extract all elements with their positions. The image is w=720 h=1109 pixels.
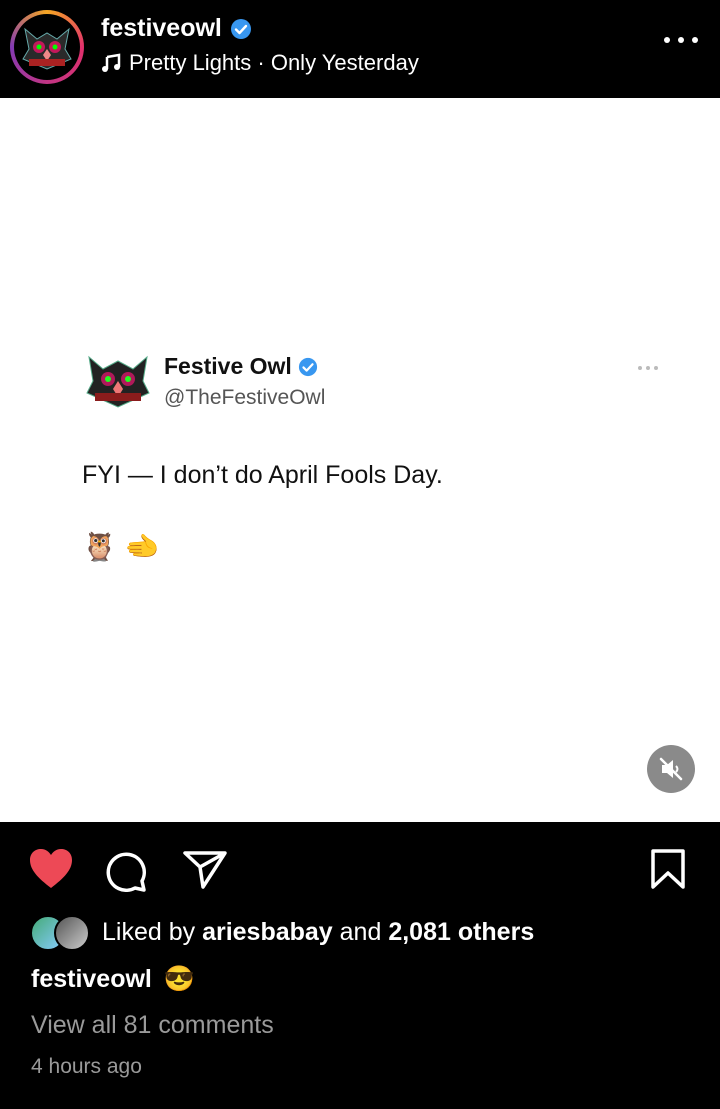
comment-icon[interactable]	[104, 850, 148, 892]
liker-username: ariesbabay	[202, 917, 333, 946]
likes-text[interactable]: Liked by ariesbabay and 2,081 others	[102, 918, 534, 947]
owl-logo-icon	[22, 27, 72, 70]
post-header: festiveowl Pretty Lights · Only Yesterda…	[0, 0, 720, 98]
share-send-icon[interactable]	[182, 850, 228, 890]
post-timestamp: 4 hours ago	[31, 1055, 142, 1078]
tweet-text: FYI — I don’t do April Fools Day.	[82, 461, 443, 489]
verified-badge-icon	[230, 18, 251, 39]
like-heart-icon[interactable]	[28, 848, 74, 890]
username-row[interactable]: festiveowl	[101, 14, 252, 43]
tweet-avatar	[85, 353, 151, 413]
audio-label[interactable]: Pretty Lights · Only Yesterday	[129, 50, 419, 76]
view-comments-link[interactable]: View all 81 comments	[31, 1011, 274, 1040]
profile-avatar[interactable]	[10, 10, 84, 84]
audio-row[interactable]: Pretty Lights · Only Yesterday	[101, 50, 419, 76]
action-bar	[0, 822, 720, 914]
verified-badge-icon	[298, 357, 317, 376]
caption-username[interactable]: festiveowl	[31, 965, 152, 994]
tweet-more-icon	[638, 366, 658, 370]
music-note-icon	[102, 53, 121, 72]
tweet-emoji-row: 🦉 🫲	[82, 530, 160, 563]
caption-row: festiveowl 😎	[31, 965, 195, 994]
owl-logo-icon	[86, 355, 150, 408]
tweet-name-text: Festive Owl	[164, 353, 292, 379]
likes-row[interactable]: Liked by ariesbabay and 2,081 others	[30, 915, 534, 951]
tweet-author-name: Festive Owl	[164, 353, 318, 380]
more-options-icon[interactable]	[664, 30, 698, 50]
bookmark-icon[interactable]	[650, 848, 686, 890]
likes-count: 2,081 others	[388, 917, 535, 946]
username[interactable]: festiveowl	[101, 14, 222, 43]
speaker-muted-icon	[659, 757, 683, 781]
liker-avatars	[30, 915, 92, 951]
tweet-handle: @TheFestiveOwl	[164, 386, 326, 409]
caption-emoji: 😎	[163, 965, 196, 993]
owl-emoji: 🦉	[82, 531, 117, 562]
post-media[interactable]: Festive Owl @TheFestiveOwl FYI — I don’t…	[0, 98, 720, 822]
hand-emoji: 🫲	[124, 531, 160, 562]
mute-toggle-button[interactable]	[647, 745, 695, 793]
